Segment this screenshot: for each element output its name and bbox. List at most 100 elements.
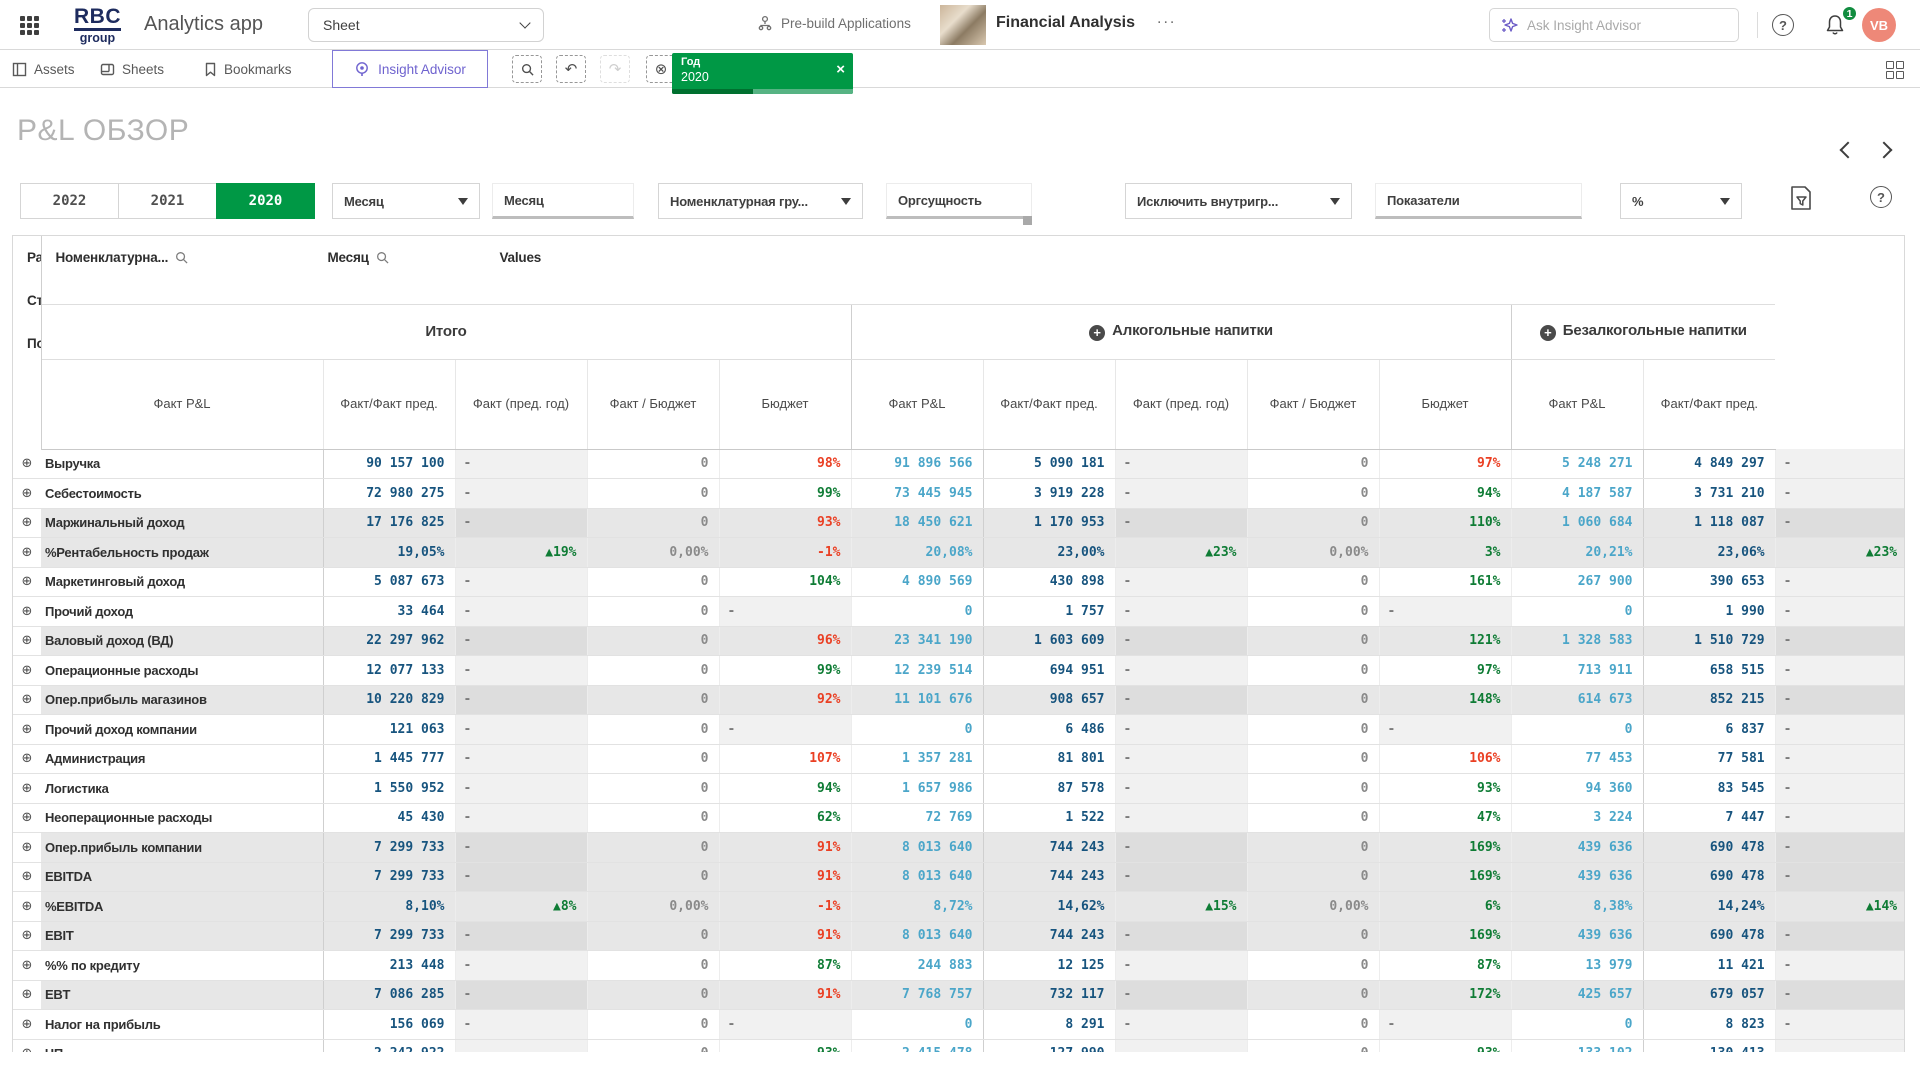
data-cell[interactable]: 0 — [587, 567, 719, 597]
data-cell[interactable]: 6% — [1379, 892, 1511, 922]
data-cell[interactable]: - — [1775, 803, 1905, 833]
data-cell[interactable]: 908 657 — [983, 685, 1115, 715]
data-cell[interactable]: 713 911 — [1511, 656, 1643, 686]
data-cell[interactable]: 8 823 — [1643, 1010, 1775, 1040]
data-cell[interactable]: 0 — [587, 921, 719, 951]
data-cell[interactable]: 0 — [587, 626, 719, 656]
data-cell[interactable]: 8 013 640 — [851, 833, 983, 863]
data-cell[interactable]: 0 — [1247, 951, 1379, 981]
data-cell[interactable]: 92% — [719, 685, 851, 715]
data-cell[interactable]: 0 — [587, 951, 719, 981]
pivot-top-dimension[interactable]: Values — [500, 250, 542, 265]
sheets-tab[interactable]: Sheets — [100, 50, 164, 88]
data-cell[interactable]: 744 243 — [983, 921, 1115, 951]
measure-header[interactable]: Факт (пред. год) — [1115, 359, 1247, 449]
expand-row-icon[interactable]: ⊕ — [13, 656, 41, 686]
data-cell[interactable]: 8 013 640 — [851, 921, 983, 951]
expand-row-icon[interactable]: ⊕ — [13, 567, 41, 597]
data-cell[interactable]: 0 — [1247, 1039, 1379, 1052]
month-listbox[interactable]: Месяц — [492, 183, 634, 219]
data-cell[interactable]: - — [1379, 715, 1511, 745]
measure-header[interactable]: Факт / Бюджет — [587, 359, 719, 449]
expand-row-icon[interactable]: ⊕ — [13, 449, 41, 479]
data-cell[interactable]: ▲23% — [1775, 538, 1905, 568]
sheet-select[interactable]: Sheet — [308, 8, 544, 42]
data-cell[interactable]: 0 — [1247, 597, 1379, 627]
redo-selection-button[interactable]: ↷ — [600, 55, 630, 83]
data-cell[interactable]: 11 101 676 — [851, 685, 983, 715]
data-cell[interactable]: 732 117 — [983, 980, 1115, 1010]
data-cell[interactable]: -1% — [719, 538, 851, 568]
data-cell[interactable]: - — [1775, 715, 1905, 745]
data-cell[interactable]: 0 — [1247, 1010, 1379, 1040]
data-cell[interactable]: 1 990 — [1643, 597, 1775, 627]
org-entity-listbox[interactable]: Оргсущность — [886, 183, 1032, 219]
data-cell[interactable]: 690 478 — [1643, 833, 1775, 863]
data-cell[interactable]: 172% — [1379, 980, 1511, 1010]
data-cell[interactable]: 0 — [1247, 626, 1379, 656]
data-cell[interactable]: - — [455, 656, 587, 686]
data-cell[interactable]: 23,06% — [1643, 538, 1775, 568]
data-cell[interactable]: - — [1775, 833, 1905, 863]
percent-dropdown[interactable]: % — [1620, 183, 1742, 219]
data-cell[interactable]: 658 515 — [1643, 656, 1775, 686]
data-cell[interactable]: 430 898 — [983, 567, 1115, 597]
row-label[interactable]: EBITDA — [41, 862, 323, 892]
data-cell[interactable]: 3 919 228 — [983, 479, 1115, 509]
data-cell[interactable]: 12 239 514 — [851, 656, 983, 686]
data-cell[interactable]: 0 — [587, 715, 719, 745]
year-button-2020[interactable]: 2020 — [216, 183, 315, 219]
data-cell[interactable]: - — [455, 980, 587, 1010]
data-cell[interactable]: - — [1379, 1010, 1511, 1040]
data-cell[interactable]: 0 — [1247, 980, 1379, 1010]
data-cell[interactable]: 148% — [1379, 685, 1511, 715]
data-cell[interactable]: - — [455, 626, 587, 656]
row-label[interactable]: Маржинальный доход — [41, 508, 323, 538]
data-cell[interactable]: 13 979 — [1511, 951, 1643, 981]
data-cell[interactable]: 91 896 566 — [851, 449, 983, 479]
data-cell[interactable]: 1 510 729 — [1643, 626, 1775, 656]
data-cell[interactable]: 0 — [587, 1039, 719, 1052]
data-cell[interactable]: - — [1775, 774, 1905, 804]
user-avatar[interactable]: VB — [1862, 8, 1896, 42]
expand-group-icon[interactable]: + — [1089, 325, 1105, 341]
app-launcher-icon[interactable] — [20, 16, 39, 35]
row-label[interactable]: Маркетинговый доход — [41, 567, 323, 597]
more-menu[interactable]: ... — [1157, 10, 1176, 28]
data-cell[interactable]: 1 357 281 — [851, 744, 983, 774]
next-sheet-chevron[interactable] — [1876, 142, 1893, 159]
data-cell[interactable]: - — [1775, 449, 1905, 479]
data-cell[interactable]: 0 — [1247, 685, 1379, 715]
row-label[interactable]: Прочий доход компании — [41, 715, 323, 745]
data-cell[interactable]: 0,00% — [587, 538, 719, 568]
data-cell[interactable]: 94 360 — [1511, 774, 1643, 804]
data-cell[interactable]: 7 447 — [1643, 803, 1775, 833]
data-cell[interactable]: 1 550 952 — [323, 774, 455, 804]
data-cell[interactable]: 14,62% — [983, 892, 1115, 922]
data-cell[interactable]: 72 980 275 — [323, 479, 455, 509]
data-cell[interactable]: 87 578 — [983, 774, 1115, 804]
expand-row-icon[interactable]: ⊕ — [13, 951, 41, 981]
row-label[interactable]: Опер.прибыль магазинов — [41, 685, 323, 715]
data-cell[interactable]: 0 — [587, 862, 719, 892]
column-group-header[interactable]: Итого — [41, 304, 851, 359]
pivot-top-dimension[interactable]: Номенклатурна... — [56, 250, 189, 265]
data-cell[interactable]: 12 077 133 — [323, 656, 455, 686]
data-cell[interactable]: 0 — [587, 685, 719, 715]
column-group-header[interactable]: +Безалкогольные напитки — [1511, 304, 1775, 359]
data-cell[interactable]: 45 430 — [323, 803, 455, 833]
data-cell[interactable]: 0 — [1247, 449, 1379, 479]
row-label[interactable]: Операционные расходы — [41, 656, 323, 686]
data-cell[interactable]: 0 — [587, 980, 719, 1010]
data-cell[interactable]: 690 478 — [1643, 862, 1775, 892]
data-cell[interactable]: 23 341 190 — [851, 626, 983, 656]
data-cell[interactable]: 19,05% — [323, 538, 455, 568]
data-cell[interactable]: 77 453 — [1511, 744, 1643, 774]
sheet-filter-icon[interactable] — [1788, 185, 1814, 213]
data-cell[interactable]: 12 125 — [983, 951, 1115, 981]
data-cell[interactable]: - — [1775, 508, 1905, 538]
data-cell[interactable]: ▲23% — [1115, 538, 1247, 568]
row-label[interactable]: %Рентабельность продаж — [41, 538, 323, 568]
data-cell[interactable]: 1 445 777 — [323, 744, 455, 774]
row-label[interactable]: EBT — [41, 980, 323, 1010]
